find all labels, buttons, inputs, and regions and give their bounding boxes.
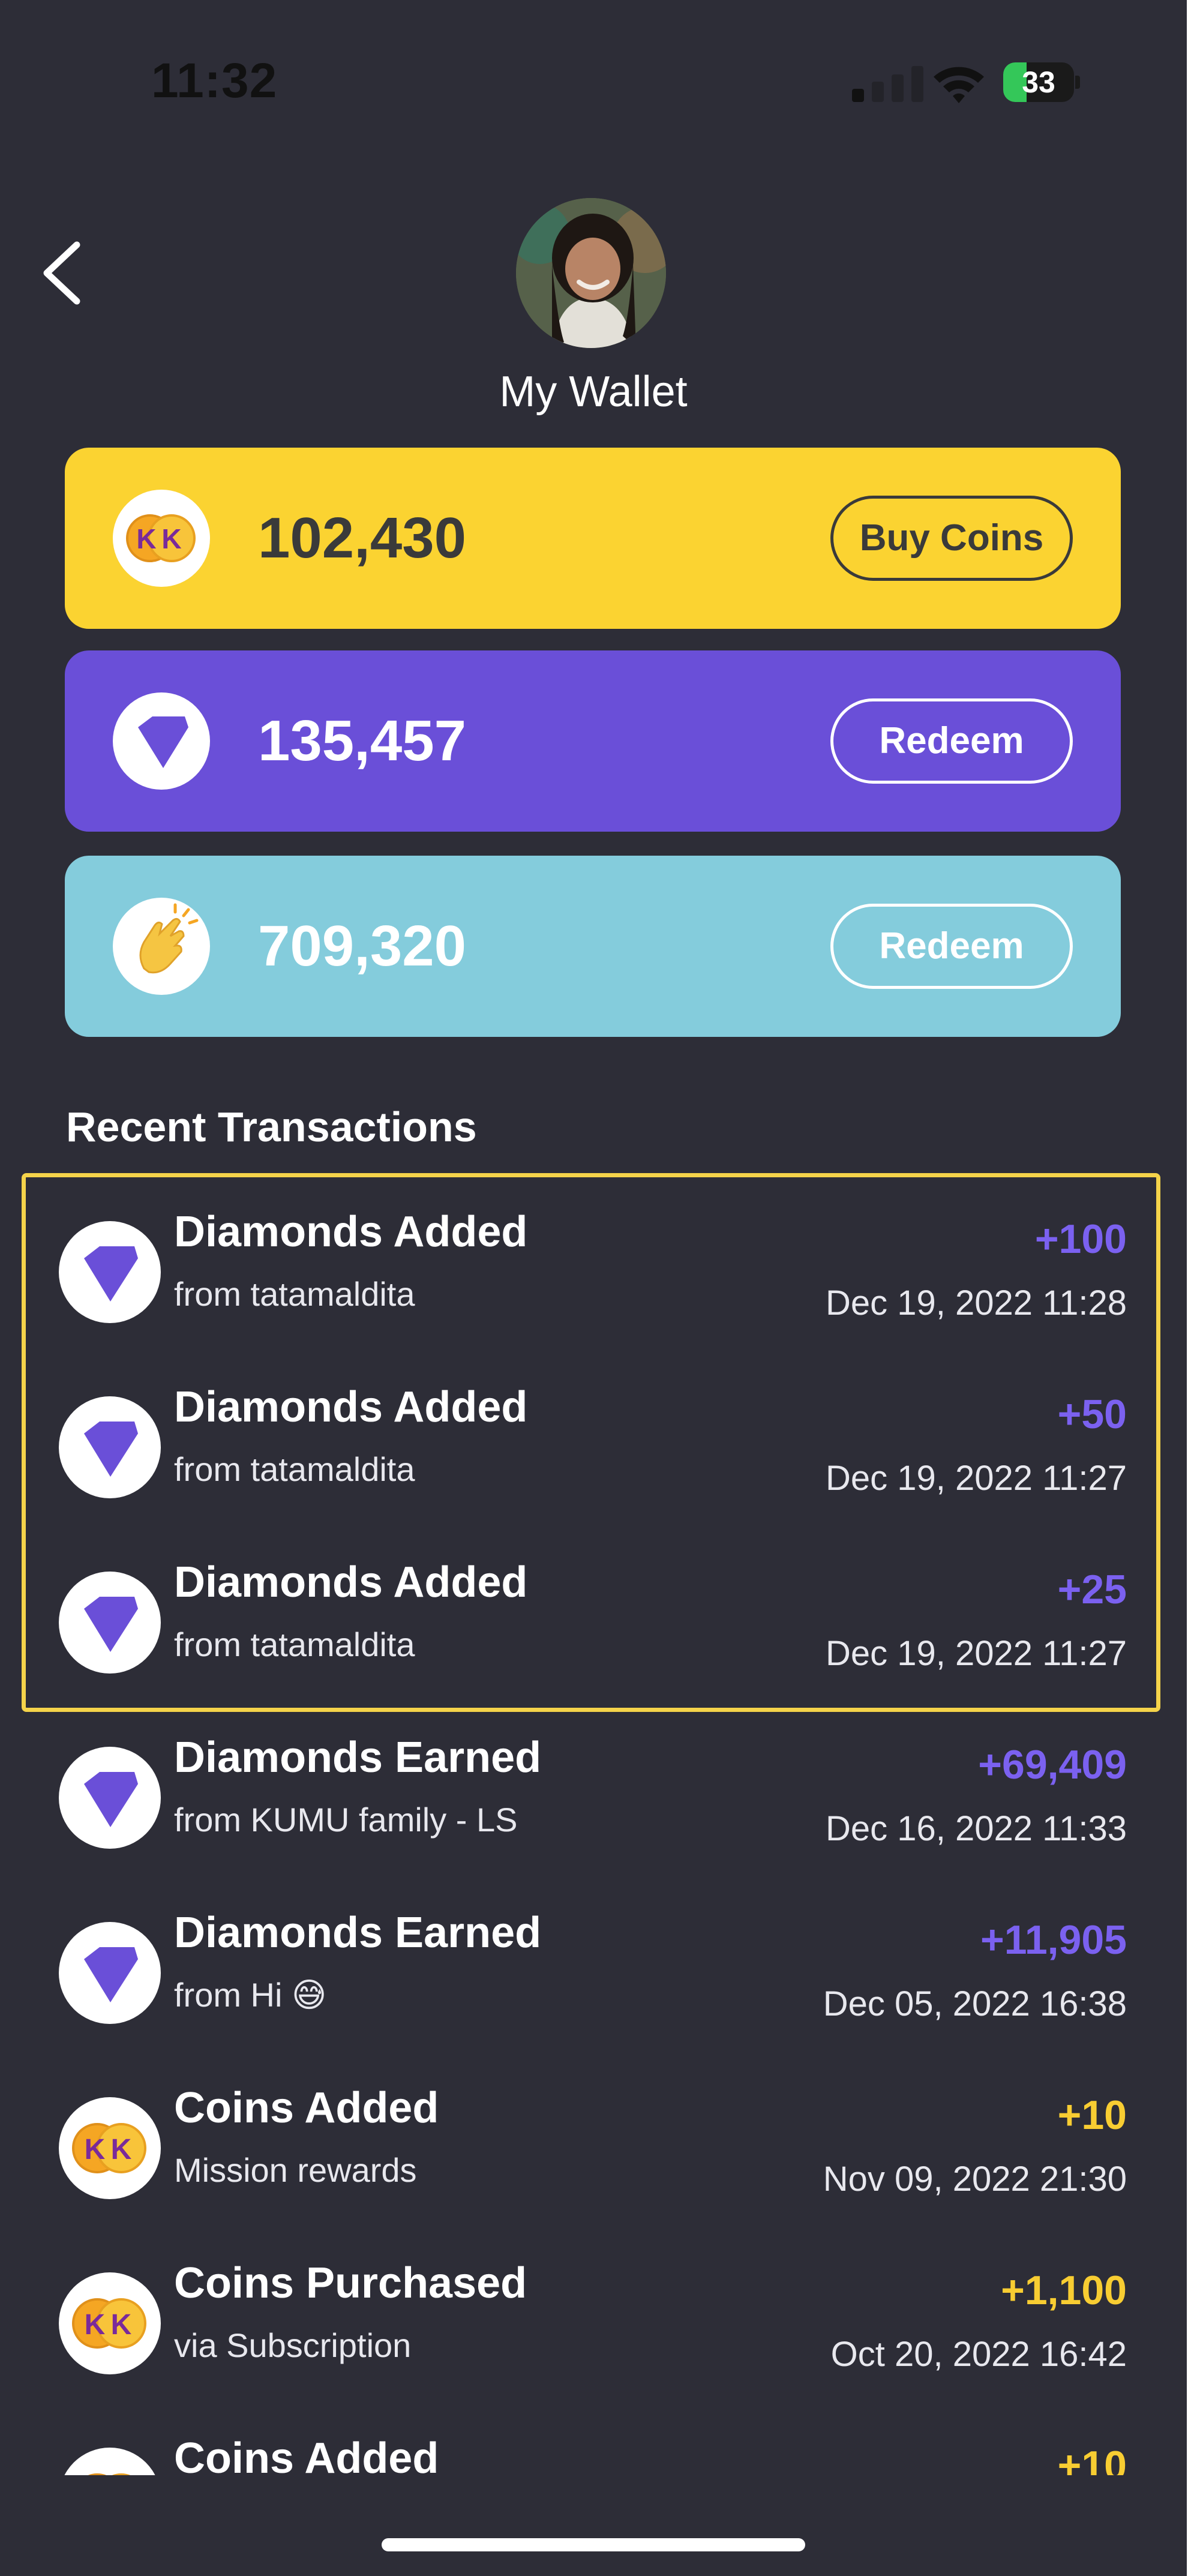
clap-icon <box>113 898 210 995</box>
battery-icon: 33 <box>1003 62 1081 102</box>
svg-text:K: K <box>111 2309 132 2341</box>
coins-card: K K 102,430 Buy Coins <box>65 448 1121 629</box>
svg-text:K: K <box>136 523 156 554</box>
back-icon[interactable] <box>30 234 96 312</box>
transaction-row[interactable]: K K Coins Added Mission rewards +10 Nov 09, 2… <box>0 2070 1187 2245</box>
coins-icon: KK <box>59 2448 161 2475</box>
coins-icon: K K <box>113 490 210 587</box>
page-title: My Wallet <box>499 368 688 416</box>
diamond-icon <box>113 692 210 790</box>
svg-text:K: K <box>85 2309 106 2341</box>
transaction-amount: +10 <box>1057 2092 1127 2138</box>
transaction-row[interactable]: KK Coins Added +10 <box>0 2421 1187 2475</box>
redeem-diamonds-button[interactable]: Redeem <box>830 698 1073 784</box>
diamond-icon <box>59 1922 161 2024</box>
transaction-title: Diamonds Earned <box>174 1734 542 1782</box>
transaction-amount: +69,409 <box>978 1742 1127 1788</box>
home-indicator <box>382 2538 805 2551</box>
svg-text:K: K <box>161 523 181 554</box>
buy-coins-button[interactable]: Buy Coins <box>830 496 1073 581</box>
transaction-date: Dec 05, 2022 16:38 <box>823 1984 1127 2023</box>
transaction-amount: +10 <box>1057 2443 1127 2475</box>
cellular-signal-icon <box>852 65 924 102</box>
claps-card: 709,320 Redeem <box>65 856 1121 1037</box>
transaction-amount: +11,905 <box>980 1917 1127 1963</box>
battery-percent: 33 <box>1022 65 1055 99</box>
transaction-title: Diamonds Earned <box>174 1909 542 1957</box>
wifi-icon <box>934 67 984 103</box>
transaction-date: Nov 09, 2022 21:30 <box>823 2160 1127 2199</box>
highlight-box <box>22 1173 1160 1712</box>
wallet-screen: 11:32 33 My Wallet K K 102,430 Buy Coins… <box>0 0 1187 2576</box>
transaction-source: from Hi 😅 <box>174 1976 327 2014</box>
transaction-title: Coins Added <box>174 2434 439 2475</box>
transaction-title: Coins Added <box>174 2084 439 2132</box>
transaction-date: Oct 20, 2022 16:42 <box>830 2335 1127 2374</box>
transaction-amount: +1,100 <box>1001 2268 1127 2313</box>
transaction-row[interactable]: K K Coins Purchased via Subscription +1,100 O… <box>0 2245 1187 2421</box>
diamonds-balance: 135,457 <box>258 709 467 773</box>
diamond-icon <box>59 1747 161 1849</box>
transaction-source: from KUMU family - LS <box>174 1801 518 1839</box>
svg-text:K: K <box>111 2134 132 2166</box>
section-title: Recent Transactions <box>66 1103 477 1150</box>
coins-icon: KK <box>59 2097 161 2199</box>
transaction-title: Coins Purchased <box>174 2259 527 2307</box>
transaction-source: Mission rewards <box>174 2151 417 2189</box>
diamonds-card: 135,457 Redeem <box>65 650 1121 832</box>
transaction-date: Dec 16, 2022 11:33 <box>826 1809 1127 1848</box>
status-time: 11:32 <box>151 53 278 108</box>
transaction-row[interactable]: Diamonds Earned from Hi 😅 +11,905 Dec 05, 2… <box>0 1895 1187 2070</box>
transaction-row[interactable]: Diamonds Earned from KUMU family - LS +69,… <box>0 1720 1187 1895</box>
avatar[interactable] <box>516 198 666 348</box>
svg-text:K: K <box>85 2134 106 2166</box>
transaction-source: via Subscription <box>174 2326 412 2364</box>
redeem-claps-button[interactable]: Redeem <box>830 904 1073 989</box>
coins-icon: KK <box>59 2272 161 2374</box>
claps-balance: 709,320 <box>258 914 467 978</box>
coins-balance: 102,430 <box>258 506 467 570</box>
